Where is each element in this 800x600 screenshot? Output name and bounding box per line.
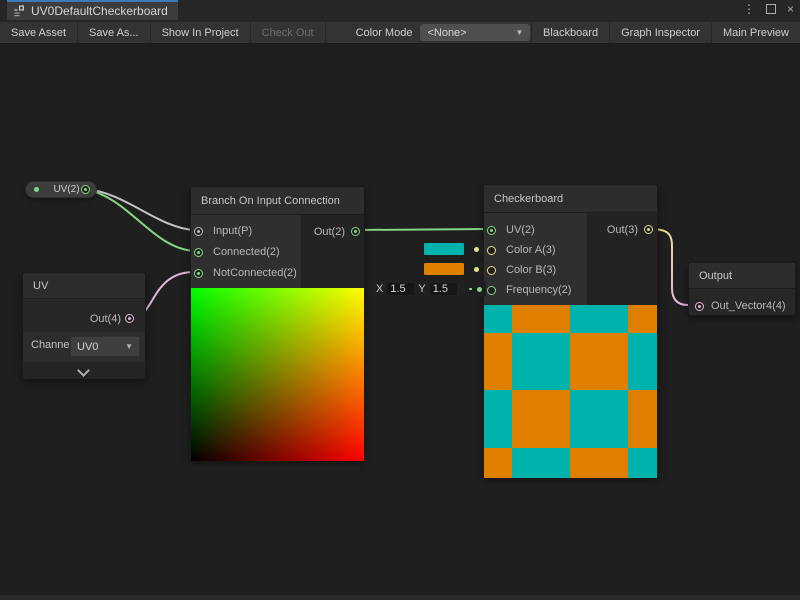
uv2-output-port[interactable] xyxy=(81,185,90,194)
node-uv2-property[interactable]: UV(2) xyxy=(25,181,97,198)
input-p-port[interactable] xyxy=(194,227,203,236)
color-b-label: Color B(3) xyxy=(506,264,556,276)
checker-cell xyxy=(484,390,512,448)
frequency-connector-icon xyxy=(472,281,486,297)
connected-label: Connected(2) xyxy=(213,246,280,258)
checker-cell xyxy=(570,448,628,478)
node-output[interactable]: Output Out_Vector4(4) xyxy=(688,262,796,316)
checker-cell xyxy=(484,333,512,390)
frequency-widget: X 1.5 Y 1.5 xyxy=(371,281,486,297)
chevron-down-icon: ▼ xyxy=(125,342,133,351)
main-preview-button[interactable]: Main Preview xyxy=(711,22,800,43)
color-a-connector-icon xyxy=(469,241,483,257)
color-b-swatch[interactable] xyxy=(424,263,464,275)
collapse-chevron-icon[interactable] xyxy=(79,365,89,375)
input-p-label: Input(P) xyxy=(213,225,252,237)
menu-icon[interactable]: ⋮ xyxy=(743,2,755,16)
uv-input-label: UV(2) xyxy=(506,224,535,236)
node-uv[interactable]: UV Out(4) Channe UV0 ▼ xyxy=(22,272,146,379)
frequency-label: Frequency(2) xyxy=(506,284,571,296)
color-b-port[interactable] xyxy=(487,266,496,275)
checker-cell xyxy=(512,390,570,448)
checker-cell xyxy=(512,448,570,478)
blackboard-button[interactable]: Blackboard xyxy=(531,22,609,43)
notconnected-label: NotConnected(2) xyxy=(213,267,297,279)
node-checkerboard[interactable]: Checkerboard UV(2) Color A(3) Color B(3)… xyxy=(483,184,658,477)
checkerboard-preview xyxy=(484,305,657,478)
channel-dropdown[interactable]: UV0 ▼ xyxy=(70,336,140,357)
close-icon[interactable]: × xyxy=(787,2,794,16)
toolbar: Save Asset Save As... Show In Project Ch… xyxy=(0,22,800,44)
color-mode-dropdown[interactable]: <None> ▼ xyxy=(420,24,530,41)
notconnected-port[interactable] xyxy=(194,269,203,278)
color-a-widget xyxy=(414,241,483,257)
uv-input-port[interactable] xyxy=(487,226,496,235)
uv-gradient-preview xyxy=(191,288,364,461)
out-vector4-port[interactable] xyxy=(695,302,704,311)
checker-cell xyxy=(628,390,657,448)
node-branch-on-input-connection[interactable]: Branch On Input Connection Input(P) Conn… xyxy=(190,186,365,460)
shader-graph-icon xyxy=(14,5,26,17)
out3-label: Out(3) xyxy=(607,224,638,236)
color-a-swatch[interactable] xyxy=(424,243,464,255)
out4-label: Out(4) xyxy=(90,313,121,325)
channel-value: UV0 xyxy=(77,341,98,353)
color-b-field[interactable] xyxy=(414,261,466,277)
frequency-x-field[interactable]: 1.5 xyxy=(387,283,414,295)
check-out-button: Check Out xyxy=(251,22,326,43)
tab-uv0defaultcheckerboard[interactable]: UV0DefaultCheckerboard xyxy=(7,0,178,20)
checker-cell xyxy=(570,333,628,390)
color-b-connector-icon xyxy=(469,261,483,277)
save-asset-button[interactable]: Save Asset xyxy=(0,22,78,43)
out3-port[interactable] xyxy=(644,225,653,234)
window-controls: ⋮ × xyxy=(743,2,794,16)
node-title: UV xyxy=(23,273,145,299)
checker-cell xyxy=(512,305,570,333)
checker-cell xyxy=(484,448,512,478)
bottom-scrollbar[interactable] xyxy=(0,595,800,600)
y-label: Y xyxy=(418,283,425,295)
channel-label: Channe xyxy=(31,339,70,351)
node-title: Checkerboard xyxy=(484,185,657,213)
frequency-y-field[interactable]: 1.5 xyxy=(430,283,457,295)
tab-title: UV0DefaultCheckerboard xyxy=(31,4,168,18)
color-a-port[interactable] xyxy=(487,246,496,255)
color-b-widget xyxy=(414,261,483,277)
frequency-port[interactable] xyxy=(487,286,496,295)
out-vector4-label: Out_Vector4(4) xyxy=(711,300,786,312)
out2-label: Out(2) xyxy=(314,226,345,238)
checker-cell xyxy=(628,305,657,333)
checker-cell xyxy=(628,448,657,478)
checker-cell xyxy=(484,305,512,333)
tab-bar: UV0DefaultCheckerboard ⋮ × xyxy=(0,0,800,22)
color-mode-value: <None> xyxy=(427,27,466,39)
checker-cell xyxy=(570,390,628,448)
connected-port[interactable] xyxy=(194,248,203,257)
node-title: Output xyxy=(689,263,795,289)
checker-cell xyxy=(512,333,570,390)
maximize-icon[interactable] xyxy=(766,4,776,14)
out2-port[interactable] xyxy=(351,227,360,236)
color-mode-label: Color Mode xyxy=(326,22,421,43)
chevron-down-icon: ▼ xyxy=(516,28,524,37)
shader-graph-window: UV0DefaultCheckerboard ⋮ × Save Asset Sa… xyxy=(0,0,800,600)
frequency-fields: X 1.5 Y 1.5 xyxy=(371,281,469,297)
show-in-project-button[interactable]: Show In Project xyxy=(151,22,251,43)
out4-port[interactable] xyxy=(125,314,134,323)
save-as-button[interactable]: Save As... xyxy=(78,22,151,43)
checker-cell xyxy=(570,305,628,333)
graph-inspector-button[interactable]: Graph Inspector xyxy=(609,22,711,43)
checker-cell xyxy=(628,333,657,390)
color-a-field[interactable] xyxy=(414,241,466,257)
color-a-label: Color A(3) xyxy=(506,244,556,256)
node-title: Branch On Input Connection xyxy=(191,187,364,215)
x-label: X xyxy=(376,283,383,295)
